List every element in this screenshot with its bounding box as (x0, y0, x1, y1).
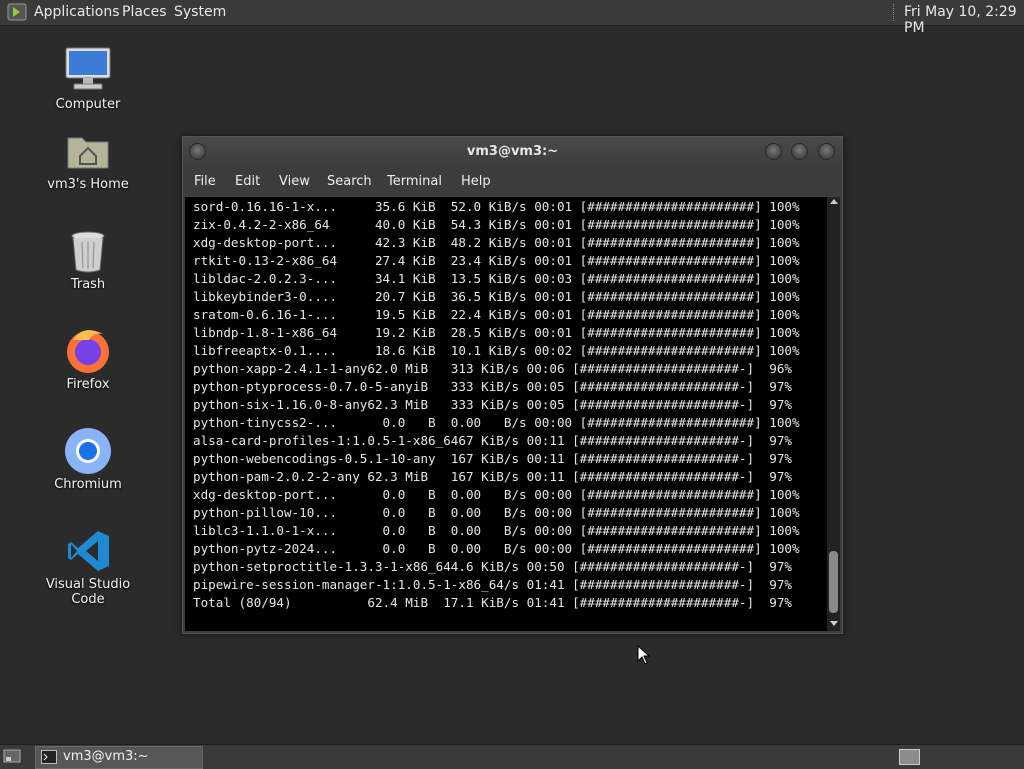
terminal-menubar: File Edit View Search Terminal Help (183, 168, 842, 196)
computer-icon (65, 47, 111, 90)
terminal-window[interactable]: vm3@vm3:~ File Edit View Search Terminal… (182, 136, 843, 634)
terminal-line: python-six-1.16.0-8-any62.3 MiB 333 KiB/… (193, 397, 792, 412)
top-panel: Applications Places System Fri May 10, 2… (0, 0, 1024, 36)
desktop-icon-firefox[interactable]: Firefox (28, 326, 148, 398)
desktop-icon-label: Chromium (54, 477, 122, 492)
trash-icon (71, 231, 105, 273)
clock[interactable]: Fri May 10, 2:29 PM (904, 4, 1024, 36)
desktop-icon-label: Computer (55, 97, 121, 112)
terminal-line: sratom-0.6.16-1-... 19.5 KiB 22.4 KiB/s … (193, 307, 800, 322)
bottom-panel: vm3@vm3:~ (0, 744, 1024, 769)
desktop-icon-label: Trash (70, 277, 106, 292)
scroll-up-arrow-icon[interactable] (830, 199, 838, 204)
terminal-line: libldac-2.0.2.3-... 34.1 KiB 13.5 KiB/s … (193, 271, 800, 286)
taskbar-window-button[interactable]: vm3@vm3:~ (35, 746, 203, 769)
scrollbar-thumb[interactable] (829, 551, 838, 613)
chromium-icon (65, 428, 111, 474)
desktop-icon-home[interactable]: vm3's Home (28, 126, 148, 198)
terminal-line: Total (80/94) 62.4 MiB 17.1 KiB/s 01:41 … (193, 595, 792, 610)
terminal-icon (41, 750, 57, 764)
system-menu[interactable]: System (174, 4, 226, 20)
terminal-line: python-setproctitle-1.3.3-1-x86_644.6 Ki… (193, 559, 792, 574)
applications-menu[interactable]: Applications (34, 4, 120, 20)
show-desktop-icon[interactable] (3, 748, 21, 764)
scroll-down-arrow-icon[interactable] (830, 621, 838, 626)
menu-edit[interactable]: Edit (235, 174, 260, 189)
terminal-line: liblc3-1.1.0-1-x... 0.0 B 0.00 B/s 00:00… (193, 523, 800, 538)
terminal-line: python-pillow-10... 0.0 B 0.00 B/s 00:00… (193, 505, 800, 520)
terminal-line: libkeybinder3-0.... 20.7 KiB 36.5 KiB/s … (193, 289, 800, 304)
applications-menu-icon[interactable] (7, 3, 27, 21)
desktop-icon-vscode[interactable]: Visual Studio Code (28, 526, 148, 607)
terminal-line: rtkit-0.13-2-x86_64 27.4 KiB 23.4 KiB/s … (193, 253, 800, 268)
menu-terminal[interactable]: Terminal (387, 174, 442, 189)
desktop-icon-label: Visual Studio Code (45, 577, 131, 607)
menu-help[interactable]: Help (461, 174, 491, 189)
maximize-button[interactable] (791, 143, 808, 160)
terminal-line: libndp-1.8-1-x86_64 19.2 KiB 28.5 KiB/s … (193, 325, 800, 340)
terminal-line: xdg-desktop-port... 42.3 KiB 48.2 KiB/s … (193, 235, 800, 250)
terminal-line: python-pytz-2024... 0.0 B 0.00 B/s 00:00… (193, 541, 800, 556)
desktop-icon-computer[interactable]: Computer (28, 44, 148, 116)
mouse-cursor-icon (637, 645, 651, 665)
taskbar-window-label: vm3@vm3:~ (63, 749, 149, 764)
desktop-icon-label: Firefox (66, 377, 110, 392)
vscode-icon (68, 531, 109, 571)
desktop-icon-chromium[interactable]: Chromium (28, 426, 148, 498)
desktop-icon-label: vm3's Home (47, 177, 129, 192)
terminal-line: python-webencodings-0.5.1-10-any 167 KiB… (193, 451, 792, 466)
terminal-line: xdg-desktop-port... 0.0 B 0.00 B/s 00:00… (193, 487, 800, 502)
terminal-line: libfreeaptx-0.1.... 18.6 KiB 10.1 KiB/s … (193, 343, 800, 358)
menu-file[interactable]: File (194, 174, 216, 189)
close-button[interactable] (818, 143, 835, 160)
places-menu[interactable]: Places (122, 4, 167, 20)
desktop-icon-trash[interactable]: Trash (28, 226, 148, 298)
workspace-switcher[interactable] (899, 749, 920, 765)
menu-view[interactable]: View (279, 174, 310, 189)
terminal-output[interactable]: sord-0.16.16-1-x... 35.6 KiB 52.0 KiB/s … (185, 197, 827, 631)
terminal-line: alsa-card-profiles-1:1.0.5-1-x86_6467 Ki… (193, 433, 792, 448)
terminal-line: python-ptyprocess-0.7.0-5-anyiB 333 KiB/… (193, 379, 792, 394)
window-title: vm3@vm3:~ (466, 144, 559, 159)
terminal-scrollbar[interactable] (827, 197, 840, 631)
minimize-button[interactable] (765, 143, 782, 160)
menu-search[interactable]: Search (327, 174, 372, 189)
panel-separator (893, 4, 897, 21)
terminal-line: sord-0.16.16-1-x... 35.6 KiB 52.0 KiB/s … (193, 199, 800, 214)
window-titlebar[interactable]: vm3@vm3:~ (183, 137, 842, 167)
firefox-icon (67, 330, 109, 373)
terminal-line: pipewire-session-manager-1:1.0.5-1-x86_6… (193, 577, 792, 592)
home-folder-icon (67, 137, 109, 169)
terminal-line: python-tinycss2-... 0.0 B 0.00 B/s 00:00… (193, 415, 800, 430)
terminal-line: python-pam-2.0.2-2-any 62.3 MiB 167 KiB/… (193, 469, 792, 484)
terminal-line: zix-0.4.2-2-x86_64 40.0 KiB 54.3 KiB/s 0… (193, 217, 800, 232)
terminal-line: python-xapp-2.4.1-1-any62.0 MiB 313 KiB/… (193, 361, 792, 376)
